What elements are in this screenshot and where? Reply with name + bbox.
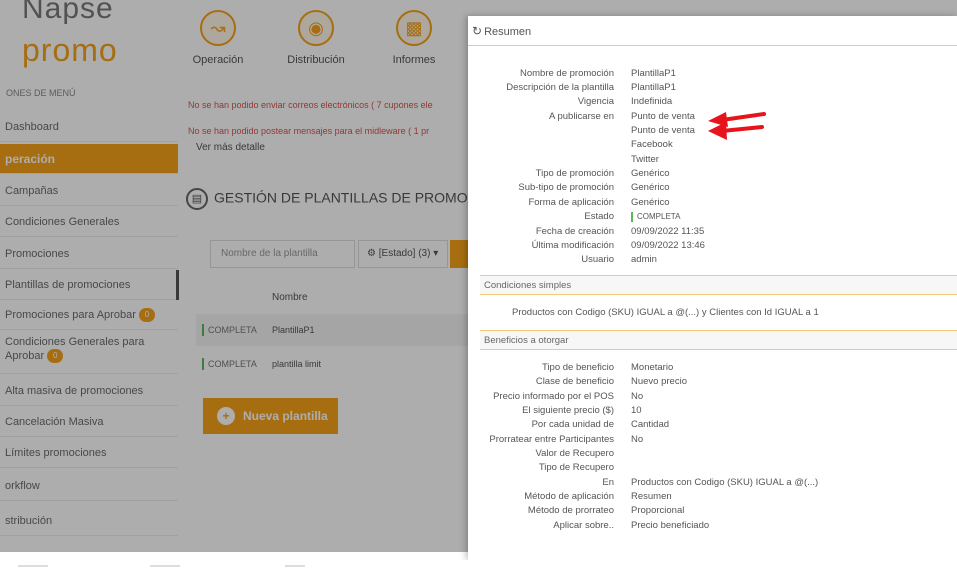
edge-mark [18, 565, 48, 567]
summary-value: Genérico [631, 197, 670, 208]
summary-value: Punto de venta [631, 111, 695, 122]
benefit-value: No [631, 391, 644, 402]
modal-header: ↻ Resumen [468, 16, 957, 46]
summary-value: Indefinida [631, 96, 673, 107]
summary-modal: ↻ Resumen Nombre de promoción PlantillaP1… [468, 16, 957, 560]
benefit-value: 10 [631, 405, 642, 416]
summary-value: Genérico [631, 168, 670, 179]
status-text: COMPLETA [637, 212, 681, 221]
summary-value: Punto de venta [631, 125, 695, 136]
benefit-key: Tipo de Recupero [538, 462, 614, 473]
summary-key: Usuario [581, 254, 614, 265]
benefit-key: Método de aplicación [524, 491, 614, 502]
modal-title: Resumen [484, 26, 532, 38]
benefit-key: Tipo de beneficio [541, 362, 614, 373]
summary-key: Forma de aplicación [528, 197, 614, 208]
summary-key: Fecha de creación [535, 226, 614, 237]
benefit-key: Por cada unidad de [531, 419, 614, 430]
summary-key: A publicarse en [549, 111, 614, 122]
benefit-value: Monetario [631, 362, 674, 373]
summary-key: Vigencia [577, 96, 614, 107]
benefit-value: Nuevo precio [631, 376, 687, 387]
benefit-key: Prorratear entre Participantes [489, 434, 614, 445]
summary-value: 09/09/2022 13:46 [631, 240, 705, 251]
benefit-value: Resumen [631, 491, 672, 502]
summary-key: Estado [584, 211, 614, 222]
status-value: COMPLETA [631, 210, 680, 224]
summary-section: Nombre de promoción PlantillaP1 Descripc… [468, 67, 957, 267]
section-header-conditions: Condiciones simples [480, 275, 957, 295]
benefit-value: No [631, 434, 644, 445]
benefit-value: Cantidad [631, 419, 670, 430]
benefit-key: Precio informado por el POS [493, 391, 614, 402]
summary-value: Twitter [631, 154, 659, 165]
summary-key: Tipo de promoción [535, 168, 614, 179]
refresh-icon[interactable]: ↻ [472, 24, 482, 38]
summary-value: PlantillaP1 [631, 82, 676, 93]
benefits-section: Tipo de beneficio Monetario Clase de ben… [468, 361, 957, 541]
benefit-key: Clase de beneficio [535, 376, 614, 387]
summary-value: Facebook [631, 139, 673, 150]
summary-value: 09/09/2022 11:35 [631, 226, 705, 237]
summary-key: Descripción de la plantilla [506, 82, 614, 93]
edge-mark [285, 565, 305, 567]
benefit-value: Precio beneficiado [631, 520, 710, 531]
summary-value: Genérico [631, 182, 670, 193]
app-window: Napse promo ONES DE MENÚ Dashboard perac… [0, 0, 957, 560]
summary-key: Sub-tipo de promoción [518, 182, 614, 193]
benefit-key: El siguiente precio ($) [522, 405, 614, 416]
summary-key: Última modificación [531, 240, 614, 251]
benefit-value: Proporcional [631, 505, 685, 516]
edge-mark [150, 565, 180, 567]
benefit-key: Aplicar sobre.. [553, 520, 614, 531]
section-title: Condiciones simples [484, 280, 572, 291]
status-indicator [631, 211, 633, 222]
section-title: Beneficios a otorgar [484, 335, 569, 346]
summary-value: admin [631, 254, 657, 265]
benefit-key: Valor de Recupero [535, 448, 614, 459]
summary-key: Nombre de promoción [520, 68, 614, 79]
benefit-key: Método de prorrateo [527, 505, 614, 516]
summary-value: PlantillaP1 [631, 68, 676, 79]
conditions-text: Productos con Codigo (SKU) IGUAL a @(...… [512, 307, 819, 318]
benefit-value: Productos con Codigo (SKU) IGUAL a @(...… [631, 477, 819, 488]
section-header-benefits: Beneficios a otorgar [480, 330, 957, 350]
benefit-key: En [602, 477, 614, 488]
red-arrow-annotation [708, 122, 764, 140]
bottom-edge [0, 560, 957, 570]
